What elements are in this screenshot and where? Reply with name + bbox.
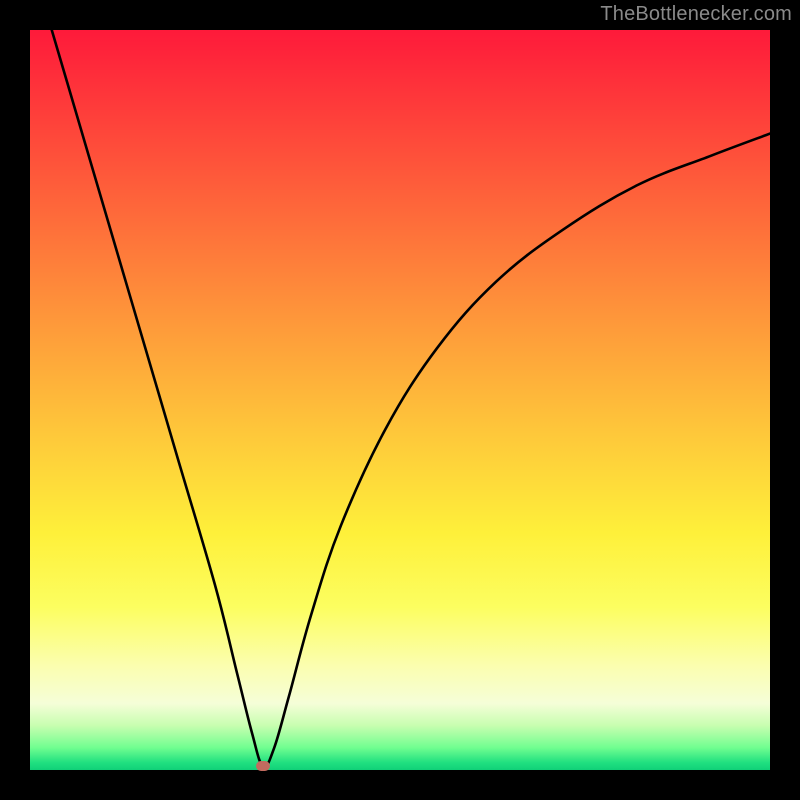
plot-area — [30, 30, 770, 770]
watermark-text: TheBottlenecker.com — [600, 3, 792, 26]
curve-svg — [30, 30, 770, 770]
bottleneck-curve-path — [30, 30, 770, 767]
minimum-marker — [256, 761, 270, 771]
chart-frame: TheBottlenecker.com — [0, 0, 800, 800]
